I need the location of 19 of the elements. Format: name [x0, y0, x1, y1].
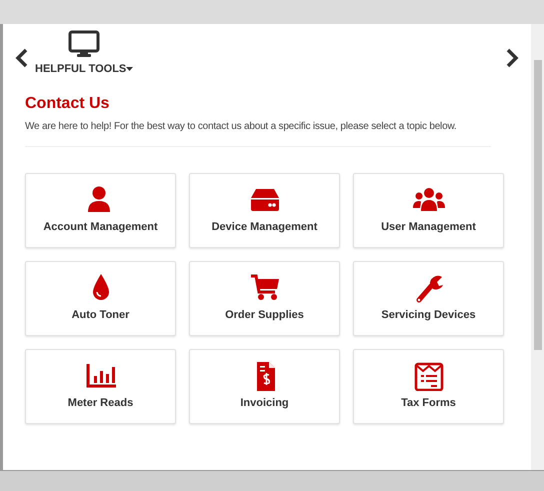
topic-card[interactable]: Servicing Devices: [353, 260, 504, 336]
topic-card[interactable]: Meter Reads: [25, 348, 176, 424]
section-title: Contact Us: [25, 94, 110, 114]
cart-icon: [248, 272, 280, 303]
topic-card[interactable]: Tax Forms: [353, 348, 504, 424]
intro-text: We are here to help! For the best way to contact us about a specific issue, please select a topic below.: [25, 120, 458, 134]
topic-card[interactable]: User Management: [353, 172, 504, 248]
previous-button[interactable]: [15, 48, 29, 68]
topic-card[interactable]: Invoicing: [189, 348, 340, 424]
monitor-icon: [68, 30, 100, 58]
form-icon: [412, 360, 444, 391]
scrollbar-thumb[interactable]: [534, 60, 542, 350]
topic-card[interactable]: Auto Toner: [25, 260, 176, 336]
topic-card[interactable]: Order Supplies: [189, 260, 340, 336]
next-button[interactable]: [505, 48, 519, 68]
helpful-tools-menu[interactable]: HELPFUL TOOLS: [35, 61, 134, 78]
caret-icon: [126, 67, 134, 72]
topic-card[interactable]: Account Management: [25, 172, 176, 248]
topic-card[interactable]: Device Management: [189, 172, 340, 248]
